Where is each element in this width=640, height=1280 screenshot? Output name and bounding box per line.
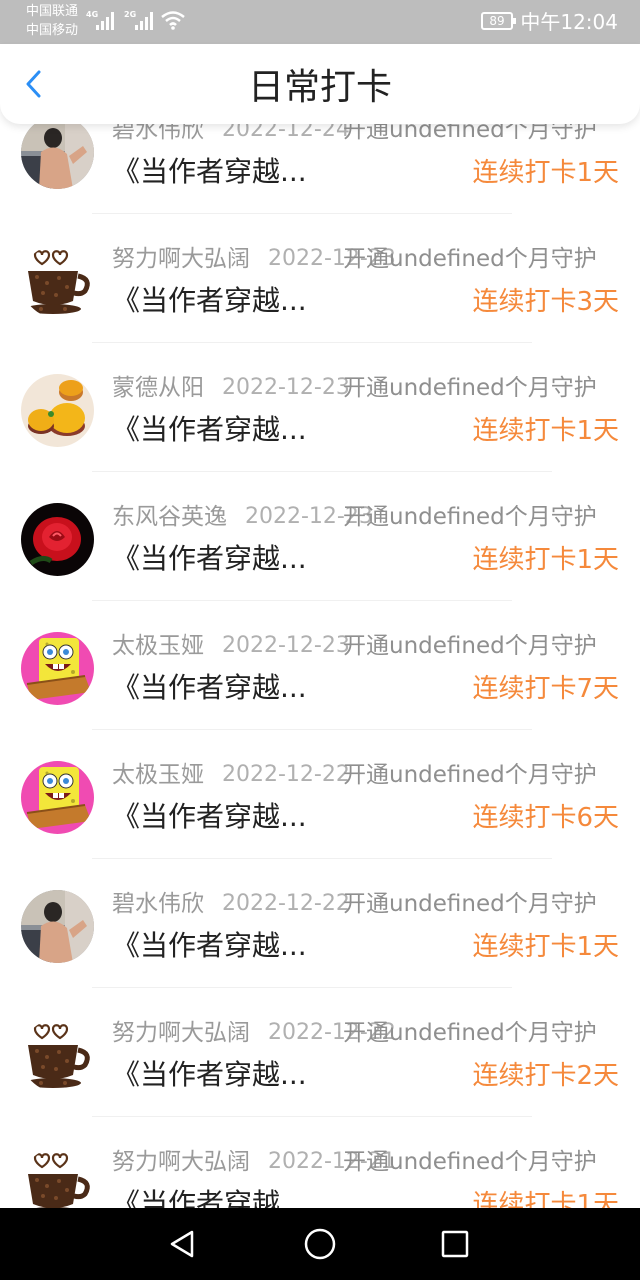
checkin-list-item[interactable]: 碧水伟欣 2022-12-22 开通undefined个月守护《当作者穿越... 连续… xyxy=(0,890,640,1022)
book-title: 《当作者穿越... xyxy=(112,1187,307,1208)
coffee-cup-avatar[interactable] xyxy=(21,1019,94,1092)
guard-status-text: 开通undefined个月守护 xyxy=(343,1020,597,1046)
divider xyxy=(92,471,552,472)
checkin-date: 2022-12-22 xyxy=(222,762,350,787)
book-title: 《当作者穿越... xyxy=(112,413,307,446)
back-triangle-icon[interactable] xyxy=(168,1229,198,1259)
divider xyxy=(92,729,532,730)
cupcake-avatar[interactable] xyxy=(21,374,94,447)
wifi-icon xyxy=(161,11,185,30)
checkin-date: 2022-12-23 xyxy=(222,375,350,400)
book-title: 《当作者穿越... xyxy=(112,284,307,317)
checkin-list-item[interactable]: 太极玉娅 2022-12-23 开通undefined个月守护《当作者穿越... 连续… xyxy=(0,632,640,764)
divider xyxy=(92,213,512,214)
checkin-list-item[interactable]: 努力啊大弘阔 2022-12-22 开通undefined个月守护 《当作者穿越...… xyxy=(0,1019,640,1151)
page-title: 日常打卡 xyxy=(247,67,392,108)
carrier-label-1: 中国联通 xyxy=(26,4,79,19)
user-name: 碧水伟欣 xyxy=(112,124,204,143)
spongebob-avatar[interactable] xyxy=(21,761,94,834)
user-name: 努力啊大弘阔 xyxy=(112,246,250,272)
screen: 中国联通 中国移动 4G 2G 89 中午12:04 日常打卡 碧水伟欣 2022… xyxy=(0,0,640,1280)
signal-icon xyxy=(135,10,155,30)
recents-square-icon[interactable] xyxy=(441,1230,469,1258)
book-title: 《当作者穿越... xyxy=(112,155,307,188)
status-bar: 中国联通 中国移动 4G 2G 89 中午12:04 xyxy=(0,0,640,44)
checkin-date: 2022-12-23 xyxy=(222,633,350,658)
coffee-cup-avatar[interactable] xyxy=(21,245,94,318)
checkin-list-item[interactable]: 东风谷英逸 2022-12-23 开通undefined个月守护 《当作者穿越... 连… xyxy=(0,503,640,635)
streak-count: 连续打卡7天 xyxy=(472,674,619,704)
checkin-date: 2022-12-22 xyxy=(222,891,350,916)
streak-count: 连续打卡1天 xyxy=(472,158,619,188)
guard-status-text: 开通undefined个月守护 xyxy=(343,504,597,530)
guard-status-text: 开通undefined个月守护 xyxy=(343,1149,597,1175)
divider xyxy=(92,1116,532,1117)
streak-count: 连续打卡2天 xyxy=(472,1061,619,1091)
checkin-list[interactable]: 碧水伟欣 2022-12-24 开通undefined个月守护 《当作者穿越... 连续… xyxy=(0,124,640,1208)
book-title: 《当作者穿越... xyxy=(112,542,307,575)
navigation-bar xyxy=(0,1208,640,1280)
guard-status-text: 开通undefined个月守护 xyxy=(343,762,597,788)
streak-count: 连续打卡3天 xyxy=(472,287,619,317)
checkin-list-item[interactable]: 蒙德从阳 2022-12-23 开通undefined个月守护《当作者穿越... 连续… xyxy=(0,374,640,506)
user-name: 太极玉娅 xyxy=(112,762,204,788)
guard-status-text: 开通undefined个月守护 xyxy=(343,124,597,143)
guard-status-text: 开通undefined个月守护 xyxy=(343,375,597,401)
user-name: 碧水伟欣 xyxy=(112,891,204,917)
guard-status-text: 开通undefined个月守护 xyxy=(343,246,597,272)
checkin-list-item[interactable]: 努力啊大弘阔 2022-12-23 开通undefined个月守护 《当作者穿越...… xyxy=(0,245,640,377)
carrier-label-2: 中国移动 xyxy=(26,23,79,38)
checkin-list-item[interactable]: 太极玉娅 2022-12-22 开通undefined个月守护《当作者穿越... 连续… xyxy=(0,761,640,893)
coffee-cup-avatar[interactable] xyxy=(21,1148,94,1208)
book-title: 《当作者穿越... xyxy=(112,1058,307,1091)
user-name: 蒙德从阳 xyxy=(112,375,204,401)
user-name: 东风谷英逸 xyxy=(112,504,227,530)
header: 日常打卡 xyxy=(0,44,640,124)
user-name: 努力啊大弘阔 xyxy=(112,1149,250,1175)
home-circle-icon[interactable] xyxy=(303,1227,337,1261)
user-name: 太极玉娅 xyxy=(112,633,204,659)
book-title: 《当作者穿越... xyxy=(112,929,307,962)
checkin-date: 2022-12-24 xyxy=(222,124,350,142)
battery-icon: 89 xyxy=(481,12,516,30)
streak-count: 连续打卡1天 xyxy=(472,545,619,575)
book-title: 《当作者穿越... xyxy=(112,800,307,833)
divider xyxy=(92,987,512,988)
streak-count: 连续打卡6天 xyxy=(472,803,619,833)
streak-count: 连续打卡1天 xyxy=(472,1190,619,1208)
guard-status-text: 开通undefined个月守护 xyxy=(343,891,597,917)
streak-count: 连续打卡1天 xyxy=(472,932,619,962)
spongebob-avatar[interactable] xyxy=(21,632,94,705)
photo-person-avatar[interactable] xyxy=(21,124,94,189)
divider xyxy=(92,858,552,859)
streak-count: 连续打卡1天 xyxy=(472,416,619,446)
book-title: 《当作者穿越... xyxy=(112,671,307,704)
signal-icon xyxy=(96,10,116,30)
divider xyxy=(92,600,512,601)
rose-avatar[interactable] xyxy=(21,503,94,576)
checkin-list-item[interactable]: 碧水伟欣 2022-12-24 开通undefined个月守护《当作者穿越... 连续… xyxy=(0,124,640,248)
status-time: 中午12:04 xyxy=(520,10,618,34)
guard-status-text: 开通undefined个月守护 xyxy=(343,633,597,659)
photo-person-avatar[interactable] xyxy=(21,890,94,963)
checkin-list-item[interactable]: 努力啊大弘阔 2022-12-21 开通undefined个月守护 《当作者穿越...… xyxy=(0,1148,640,1208)
divider xyxy=(92,342,532,343)
user-name: 努力啊大弘阔 xyxy=(112,1020,250,1046)
